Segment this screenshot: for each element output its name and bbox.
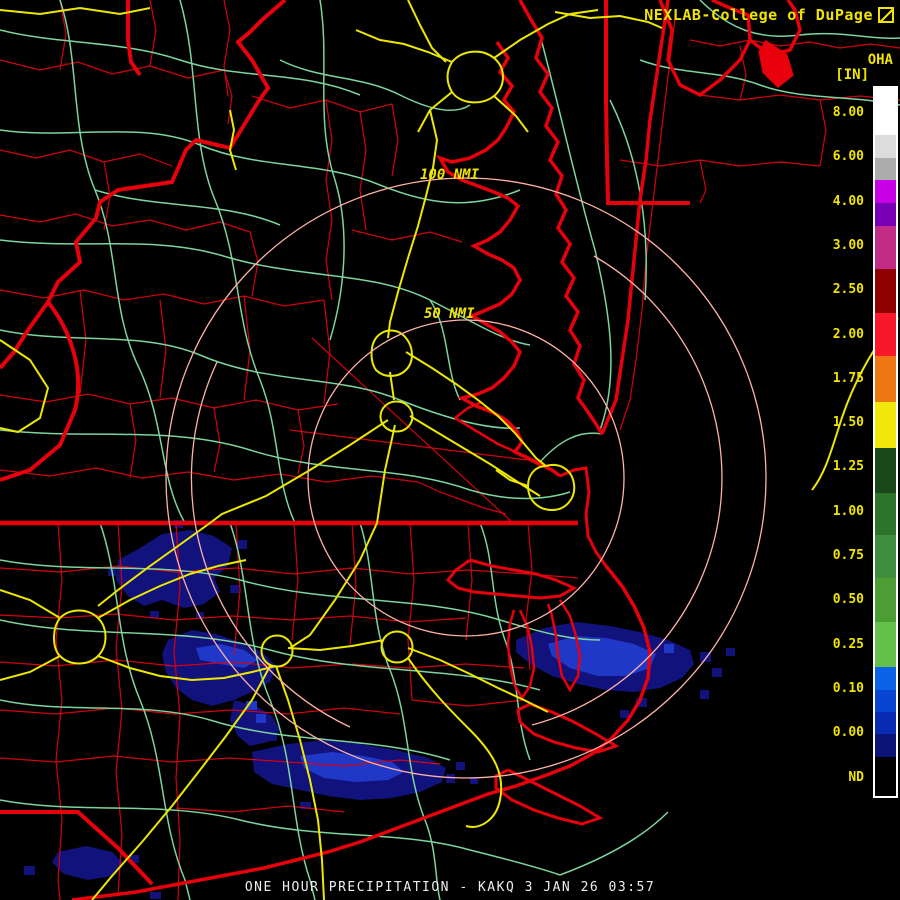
product-caption: ONE HOUR PRECIPITATION - KAKQ 3 JAN 26 0…	[244, 880, 656, 895]
scale-segment-12	[875, 535, 896, 578]
scale-segment-11	[875, 493, 896, 535]
scale-segment-3	[875, 180, 896, 203]
scale-tick-3.00: 3.00	[832, 238, 864, 253]
map-canvas: 100 NMI 50 NMI	[0, 0, 900, 900]
scale-tick-2.50: 2.50	[832, 282, 864, 297]
scale-tick-0.25: 0.25	[832, 637, 864, 652]
scale-segment-17	[875, 712, 896, 734]
radar-viewer: 100 NMI 50 NMI NEXLAB-College of DuPage …	[0, 0, 900, 900]
scale-segment-4	[875, 203, 896, 226]
scale-segment-19	[875, 757, 896, 796]
scale-segment-10	[875, 448, 896, 493]
box-diagonal-icon	[878, 7, 894, 23]
scale-tick-1.25: 1.25	[832, 459, 864, 474]
scale-tick-0.10: 0.10	[832, 681, 864, 696]
scale-tick-0.00: 0.00	[832, 725, 864, 740]
scale-segment-16	[875, 690, 896, 712]
scale-segment-13	[875, 578, 896, 622]
scale-segment-1	[875, 135, 896, 158]
units-label: [IN]	[835, 67, 869, 83]
scale-tick-1.75: 1.75	[832, 371, 864, 386]
scale-segment-15	[875, 667, 896, 690]
site-title: NEXLAB-College of DuPage	[644, 6, 873, 24]
scale-tick-4.00: 4.00	[832, 194, 864, 209]
scale-tick-nd: ND	[848, 770, 864, 785]
scale-segment-18	[875, 734, 896, 757]
range-label-100nmi: 100 NMI	[420, 167, 480, 183]
scale-tick-1.50: 1.50	[832, 415, 864, 430]
scale-segment-6	[875, 269, 896, 313]
scale-segment-5	[875, 226, 896, 269]
scale-tick-6.00: 6.00	[832, 149, 864, 164]
precip-color-scale	[873, 86, 898, 798]
header: NEXLAB-College of DuPage	[644, 6, 894, 24]
scale-segment-2	[875, 158, 896, 180]
scale-segment-0	[875, 88, 896, 135]
scale-segment-7	[875, 313, 896, 356]
range-label-50nmi: 50 NMI	[424, 306, 475, 322]
scale-tick-2.00: 2.00	[832, 327, 864, 342]
scale-tick-0.75: 0.75	[832, 548, 864, 563]
scale-tick-8.00: 8.00	[832, 105, 864, 120]
scale-segment-8	[875, 356, 896, 402]
scale-segment-9	[875, 402, 896, 448]
scale-segment-14	[875, 622, 896, 667]
scale-tick-0.50: 0.50	[832, 592, 864, 607]
product-code-label: OHA	[867, 52, 893, 68]
scale-tick-1.00: 1.00	[832, 504, 864, 519]
